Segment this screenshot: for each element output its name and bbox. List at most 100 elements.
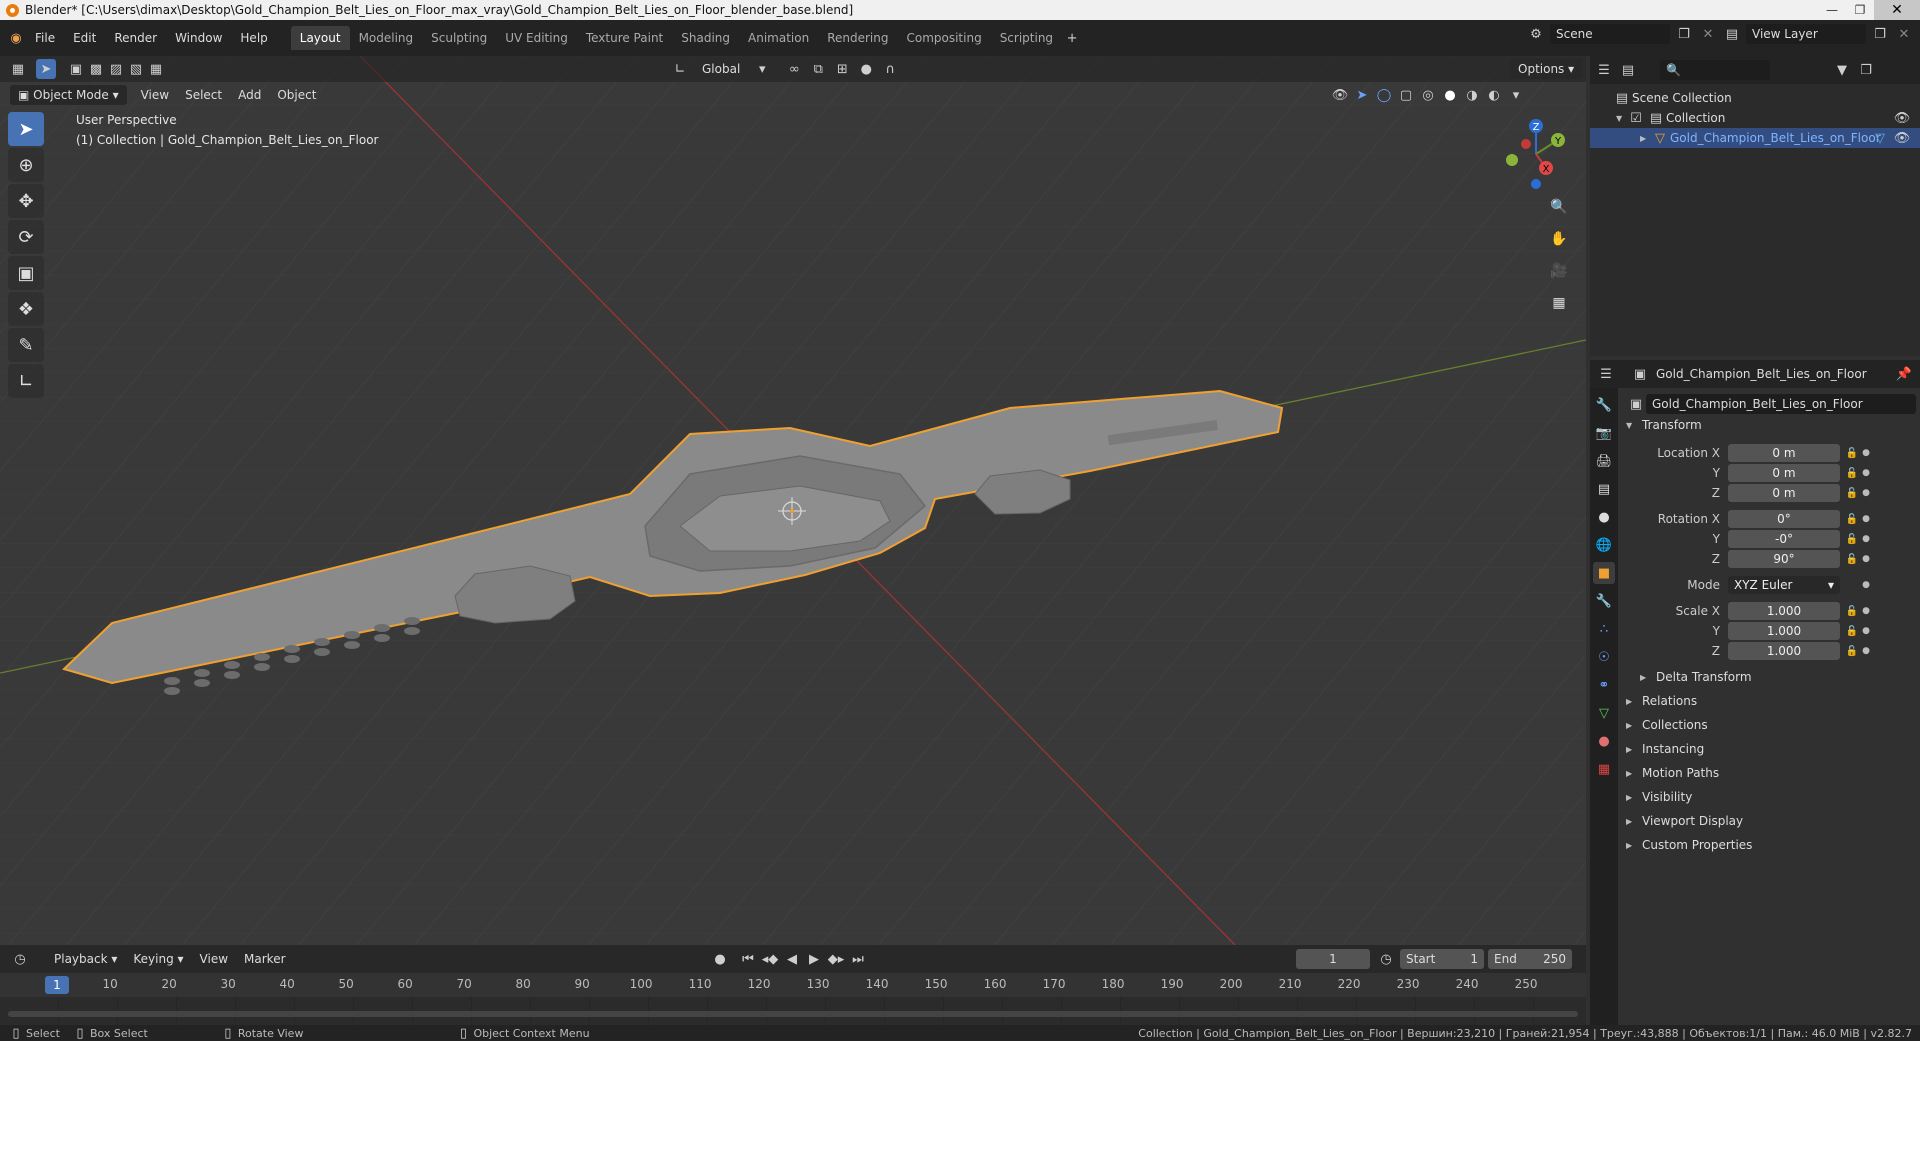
keying-menu[interactable]: Keying ▾ xyxy=(125,949,191,969)
tab-animation[interactable]: Animation xyxy=(739,26,818,50)
minimize-icon[interactable]: — xyxy=(1818,0,1846,20)
select-box-tool-icon[interactable]: ➤ xyxy=(8,112,44,146)
keyframe-dot-icon[interactable]: ● xyxy=(1860,554,1872,564)
rotation-mode-dropdown[interactable]: XYZ Euler ▾ xyxy=(1728,576,1840,594)
new-view-layer-icon[interactable]: ❐ xyxy=(1870,24,1890,44)
lock-icon[interactable]: 🔓 xyxy=(1844,448,1860,459)
keyframe-dot-icon[interactable]: ● xyxy=(1860,468,1872,478)
orientation-icon[interactable]: ∟ xyxy=(670,59,690,79)
material-tab-icon[interactable]: ● xyxy=(1593,730,1615,752)
visibility-icon[interactable]: 👁 xyxy=(1330,85,1350,105)
playback-menu[interactable]: Playback ▾ xyxy=(46,949,125,969)
scale-x-field[interactable]: 1.000 xyxy=(1728,602,1840,620)
checkbox-icon[interactable]: ☑ xyxy=(1626,108,1646,128)
keyframe-dot-icon[interactable]: ● xyxy=(1860,514,1872,524)
zoom-icon[interactable]: 🔍 xyxy=(1546,194,1572,220)
pivot-icon[interactable]: ∞ xyxy=(784,59,804,79)
scene-tab-icon[interactable]: ● xyxy=(1593,506,1615,528)
output-tab-icon[interactable]: 🖨 xyxy=(1593,450,1615,472)
close-icon[interactable]: ✕ xyxy=(1874,0,1920,20)
rotation-x-field[interactable]: 0° xyxy=(1728,510,1840,528)
tab-layout[interactable]: Layout xyxy=(290,26,350,50)
instancing-panel[interactable]: ▶ Instancing xyxy=(1626,742,1704,756)
menu-render[interactable]: Render xyxy=(105,31,166,45)
blender-menu-icon[interactable]: ◉ xyxy=(6,28,26,48)
new-collection-icon[interactable]: ❐ xyxy=(1856,60,1876,80)
expand-icon[interactable]: ▶ xyxy=(1640,134,1650,143)
select-extend-icon[interactable]: ▩ xyxy=(86,59,106,79)
eye-icon[interactable]: 👁 xyxy=(1892,108,1912,128)
new-scene-icon[interactable]: ❐ xyxy=(1674,24,1694,44)
properties-editor-icon[interactable]: ☰ xyxy=(1596,364,1616,384)
pin-icon[interactable]: 📌 xyxy=(1894,364,1914,384)
start-frame-field[interactable]: Start 1 xyxy=(1400,949,1484,969)
tool-tab-icon[interactable]: 🔧 xyxy=(1593,394,1615,416)
keyframe-dot-icon[interactable]: ● xyxy=(1860,580,1872,590)
collapse-icon[interactable]: ▼ xyxy=(1616,114,1626,123)
play-icon[interactable]: ▶ xyxy=(804,949,824,969)
delta-transform-panel[interactable]: ▶ Delta Transform xyxy=(1640,670,1752,684)
visibility-panel[interactable]: ▶ Visibility xyxy=(1626,790,1692,804)
material-shading-icon[interactable]: ◑ xyxy=(1462,85,1482,105)
tab-sculpting[interactable]: Sculpting xyxy=(422,26,496,50)
proportional-edit-icon[interactable]: ● xyxy=(856,59,876,79)
lock-icon[interactable]: 🔓 xyxy=(1844,534,1860,545)
scale-z-field[interactable]: 1.000 xyxy=(1728,642,1840,660)
remove-view-layer-icon[interactable]: ✕ xyxy=(1894,24,1914,44)
object-datablock-icon[interactable]: ▣ xyxy=(1626,394,1646,414)
modifier-tab-icon[interactable]: 🔧 xyxy=(1593,590,1615,612)
xray-icon[interactable]: ▢ xyxy=(1396,85,1416,105)
marker-menu[interactable]: Marker xyxy=(236,949,293,969)
view-layer-field[interactable]: View Layer xyxy=(1746,24,1866,44)
view-menu[interactable]: View xyxy=(133,85,177,105)
add-menu[interactable]: Add xyxy=(230,85,269,105)
data-tab-icon[interactable]: ▽ xyxy=(1593,702,1615,724)
shading-options-icon[interactable]: ▾ xyxy=(1506,85,1526,105)
next-keyframe-icon[interactable]: ◆▸ xyxy=(826,949,846,969)
viewport-display-panel[interactable]: ▶ Viewport Display xyxy=(1626,814,1743,828)
clock-icon[interactable]: ◷ xyxy=(1376,949,1396,969)
particles-tab-icon[interactable]: ∴ xyxy=(1593,618,1615,640)
outliner-scene-collection[interactable]: ▤ Scene Collection xyxy=(1590,88,1920,108)
world-tab-icon[interactable]: 🌐 xyxy=(1593,534,1615,556)
select-subtract-icon[interactable]: ▨ xyxy=(106,59,126,79)
snap-target-icon[interactable]: ⊞ xyxy=(832,59,852,79)
lock-icon[interactable]: 🔓 xyxy=(1844,626,1860,637)
annotate-tool-icon[interactable]: ✎ xyxy=(8,328,44,362)
select-tool-icon[interactable]: ➤ xyxy=(36,59,56,79)
keyframe-dot-icon[interactable]: ● xyxy=(1860,606,1872,616)
outliner-object-row[interactable]: ▶ ▽ Gold_Champion_Belt_Lies_on_Floor ▽ 👁 xyxy=(1590,128,1920,148)
outliner-search-input[interactable]: 🔍 xyxy=(1660,60,1770,80)
select-menu[interactable]: Select xyxy=(177,85,230,105)
falloff-icon[interactable]: ∩ xyxy=(880,59,900,79)
overlays-icon[interactable]: ◯ xyxy=(1374,85,1394,105)
end-frame-field[interactable]: End 250 xyxy=(1488,949,1572,969)
transform-panel-header[interactable]: ▼ Transform xyxy=(1626,418,1702,432)
lock-icon[interactable]: 🔓 xyxy=(1844,514,1860,525)
lock-icon[interactable]: 🔓 xyxy=(1844,606,1860,617)
tab-shading[interactable]: Shading xyxy=(672,26,739,50)
constraints-tab-icon[interactable]: ⚭ xyxy=(1593,674,1615,696)
texture-tab-icon[interactable]: ▦ xyxy=(1593,758,1615,780)
keyframe-dot-icon[interactable]: ● xyxy=(1860,626,1872,636)
collections-panel[interactable]: ▶ Collections xyxy=(1626,718,1708,732)
gizmo-icon[interactable]: ➤ xyxy=(1352,85,1372,105)
timeline-scrollbar[interactable] xyxy=(8,1011,1578,1017)
menu-file[interactable]: File xyxy=(26,31,64,45)
scale-tool-icon[interactable]: ▣ xyxy=(8,256,44,290)
measure-tool-icon[interactable]: ∟ xyxy=(8,364,44,398)
relations-panel[interactable]: ▶ Relations xyxy=(1626,694,1697,708)
play-reverse-icon[interactable]: ◀ xyxy=(782,949,802,969)
tab-compositing[interactable]: Compositing xyxy=(897,26,990,50)
grid-perspective-icon[interactable]: ▦ xyxy=(1546,290,1572,316)
tab-texture-paint[interactable]: Texture Paint xyxy=(577,26,672,50)
menu-edit[interactable]: Edit xyxy=(64,31,105,45)
transform-orientation-dropdown[interactable]: Global xyxy=(694,59,748,79)
cursor-tool-icon[interactable]: ⊕ xyxy=(8,148,44,182)
display-mode-icon[interactable]: ▤ xyxy=(1618,60,1638,80)
current-frame-marker[interactable]: 1 xyxy=(45,976,69,994)
keyframe-dot-icon[interactable]: ● xyxy=(1860,534,1872,544)
move-tool-icon[interactable]: ✥ xyxy=(8,184,44,218)
navigation-gizmo[interactable]: Z Y X xyxy=(1496,114,1576,194)
add-workspace-icon[interactable]: + xyxy=(1062,28,1082,48)
